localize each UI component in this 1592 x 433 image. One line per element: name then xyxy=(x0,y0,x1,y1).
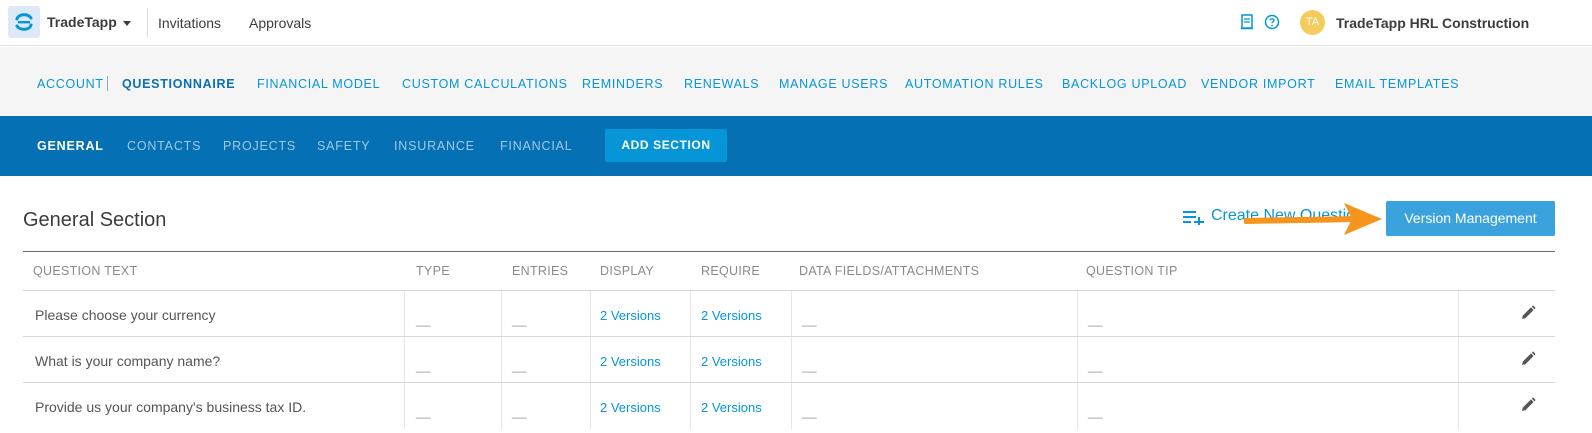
column-header-data-fields: DATA FIELDS/ATTACHMENTS xyxy=(799,264,980,278)
entries-value: __ xyxy=(512,358,527,373)
cell-divider xyxy=(501,291,502,337)
cell-divider xyxy=(501,383,502,429)
column-header-display: DISPLAY xyxy=(600,264,654,278)
edit-pencil-icon[interactable] xyxy=(1520,351,1536,372)
approvals-link[interactable]: Approvals xyxy=(249,15,311,31)
data-fields-value: __ xyxy=(802,404,817,419)
brand-name[interactable]: TradeTapp xyxy=(47,14,117,30)
display-versions-link[interactable]: 2 Versions xyxy=(600,308,661,323)
cell-divider xyxy=(404,337,405,383)
column-header-entries: ENTRIES xyxy=(512,264,569,278)
data-fields-value: __ xyxy=(802,358,817,373)
table-row[interactable]: Please choose your currency __ __ 2 Vers… xyxy=(23,291,1555,337)
nav-automation-rules[interactable]: AUTOMATION RULES xyxy=(905,77,1044,91)
add-list-icon xyxy=(1183,209,1205,230)
invitations-link[interactable]: Invitations xyxy=(158,15,221,31)
cell-divider xyxy=(590,383,591,429)
cell-divider xyxy=(791,291,792,337)
company-name[interactable]: TradeTapp HRL Construction xyxy=(1336,15,1529,31)
type-value: __ xyxy=(416,358,431,373)
question-text: Please choose your currency xyxy=(35,307,216,323)
chevron-down-icon[interactable] xyxy=(123,21,131,26)
nav-manage-users[interactable]: MANAGE USERS xyxy=(779,77,888,91)
entries-value: __ xyxy=(512,404,527,419)
section-title: General Section xyxy=(23,209,167,231)
cell-divider xyxy=(791,383,792,429)
question-tip-value: __ xyxy=(1088,404,1103,419)
annotation-arrow-icon xyxy=(1244,203,1382,235)
cell-divider xyxy=(1077,383,1078,429)
cell-divider xyxy=(690,337,691,383)
cell-divider xyxy=(404,383,405,429)
section-tabs: GENERAL CONTACTS PROJECTS SAFETY INSURAN… xyxy=(0,116,1592,176)
tab-safety[interactable]: SAFETY xyxy=(317,139,370,153)
cell-divider xyxy=(1458,291,1459,337)
nav-questionnaire[interactable]: QUESTIONNAIRE xyxy=(122,77,235,91)
question-text: Provide us your company's business tax I… xyxy=(35,399,307,415)
cell-divider xyxy=(791,337,792,383)
tradetapp-logo[interactable] xyxy=(8,6,40,38)
edit-pencil-icon[interactable] xyxy=(1520,397,1536,418)
tab-contacts[interactable]: CONTACTS xyxy=(127,139,201,153)
nav-vendor-import[interactable]: VENDOR IMPORT xyxy=(1201,77,1315,91)
cell-divider xyxy=(690,383,691,429)
nav-custom-calculations[interactable]: CUSTOM CALCULATIONS xyxy=(402,77,568,91)
add-section-button[interactable]: ADD SECTION xyxy=(605,129,727,162)
column-header-question-text: QUESTION TEXT xyxy=(33,264,138,278)
nav-separator xyxy=(107,76,108,91)
type-value: __ xyxy=(416,404,431,419)
cell-divider xyxy=(1077,291,1078,337)
table-top-border xyxy=(23,251,1555,252)
nav-financial-model[interactable]: FINANCIAL MODEL xyxy=(257,77,380,91)
version-management-button[interactable]: Version Management xyxy=(1386,201,1555,236)
settings-nav: ACCOUNT QUESTIONNAIRE FINANCIAL MODEL CU… xyxy=(0,47,1592,116)
question-tip-value: __ xyxy=(1088,358,1103,373)
require-versions-link[interactable]: 2 Versions xyxy=(701,354,762,369)
logo-icon xyxy=(15,13,33,31)
avatar[interactable]: TA xyxy=(1300,10,1325,35)
tab-general[interactable]: GENERAL xyxy=(37,139,104,153)
cell-divider xyxy=(590,291,591,337)
divider xyxy=(147,8,148,38)
cell-divider xyxy=(1077,337,1078,383)
display-versions-link[interactable]: 2 Versions xyxy=(600,400,661,415)
require-versions-link[interactable]: 2 Versions xyxy=(701,308,762,323)
require-versions-link[interactable]: 2 Versions xyxy=(701,400,762,415)
question-tip-value: __ xyxy=(1088,312,1103,327)
nav-email-templates[interactable]: EMAIL TEMPLATES xyxy=(1335,77,1459,91)
table-row[interactable]: Provide us your company's business tax I… xyxy=(23,383,1555,429)
tab-insurance[interactable]: INSURANCE xyxy=(394,139,475,153)
document-icon[interactable] xyxy=(1240,14,1254,35)
nav-renewals[interactable]: RENEWALS xyxy=(684,77,759,91)
nav-reminders[interactable]: REMINDERS xyxy=(582,77,663,91)
question-text: What is your company name? xyxy=(35,353,221,369)
nav-account[interactable]: ACCOUNT xyxy=(37,77,104,91)
type-value: __ xyxy=(416,312,431,327)
entries-value: __ xyxy=(512,312,527,327)
cell-divider xyxy=(404,291,405,337)
tab-projects[interactable]: PROJECTS xyxy=(223,139,296,153)
cell-divider xyxy=(690,291,691,337)
nav-backlog-upload[interactable]: BACKLOG UPLOAD xyxy=(1062,77,1187,91)
column-header-type: TYPE xyxy=(416,264,450,278)
cell-divider xyxy=(501,337,502,383)
cell-divider xyxy=(590,337,591,383)
column-header-question-tip: QUESTION TIP xyxy=(1086,264,1178,278)
top-bar: TradeTapp Invitations Approvals TA Trade… xyxy=(0,0,1592,46)
cell-divider xyxy=(1458,337,1459,383)
data-fields-value: __ xyxy=(802,312,817,327)
tab-financial[interactable]: FINANCIAL xyxy=(500,139,573,153)
cell-divider xyxy=(1458,383,1459,429)
display-versions-link[interactable]: 2 Versions xyxy=(600,354,661,369)
table-row[interactable]: What is your company name? __ __ 2 Versi… xyxy=(23,337,1555,383)
edit-pencil-icon[interactable] xyxy=(1520,305,1536,326)
help-icon[interactable] xyxy=(1264,14,1280,35)
column-header-require: REQUIRE xyxy=(701,264,761,278)
